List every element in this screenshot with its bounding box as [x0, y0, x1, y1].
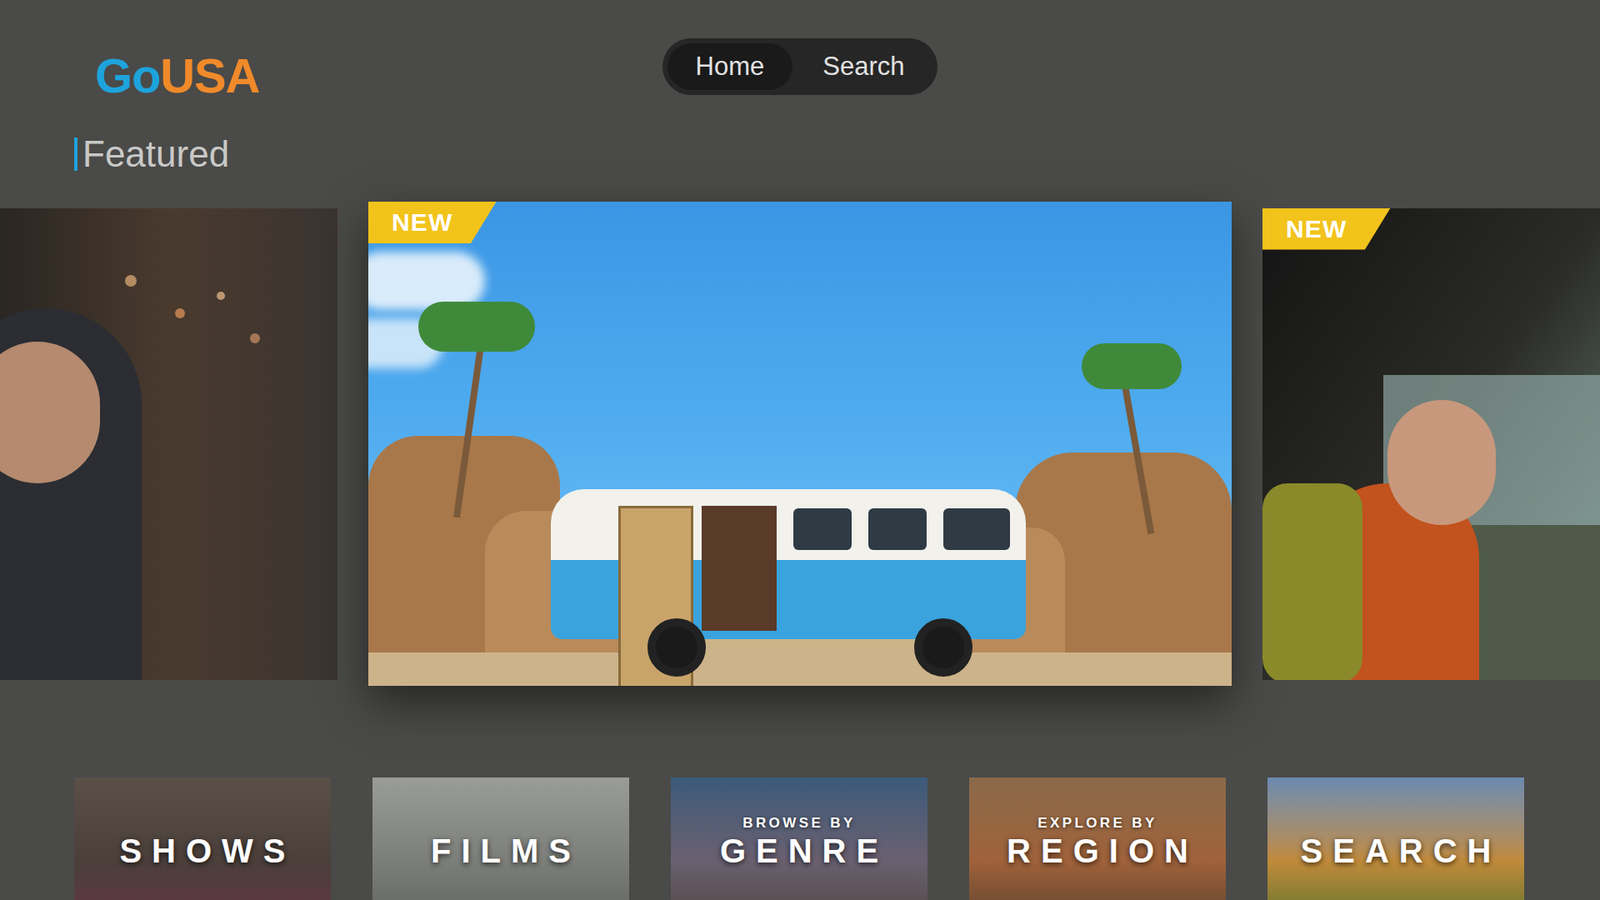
featured-card[interactable]: NEW — [1262, 208, 1600, 680]
nav-tabs: HomeSearch — [662, 38, 939, 95]
tile-label: GENRE — [710, 832, 889, 870]
logo-part: USA — [160, 51, 260, 100]
section-header: Featured — [0, 133, 1600, 175]
category-tile[interactable]: SHOWS — [74, 777, 331, 900]
category-tile[interactable]: SEARCH — [1267, 777, 1525, 900]
category-tile[interactable]: EXPLORE BYREGION — [969, 777, 1226, 900]
nav-tab[interactable]: Search — [794, 43, 933, 90]
card-artwork — [0, 208, 338, 680]
card-artwork — [1262, 208, 1600, 680]
category-tile[interactable]: FILMS — [372, 777, 630, 900]
tile-label: SEARCH — [1290, 832, 1502, 870]
featured-carousel: NEWNEW — [0, 201, 1600, 686]
featured-card[interactable] — [0, 208, 338, 680]
category-row: SHOWS FILMS BROWSE BYGENRE EXPLORE BYREGION… — [0, 777, 1600, 900]
header: GoUSAHomeSearch — [0, 0, 1600, 100]
gousa-logo: GoUSA — [95, 51, 663, 100]
card-artwork — [368, 201, 1232, 686]
tile-caption: EXPLORE BY — [1037, 814, 1158, 833]
tile-caption: BROWSE BY — [742, 814, 855, 833]
tile-label: FILMS — [420, 832, 581, 870]
section-title: Featured — [82, 133, 230, 175]
category-tile[interactable]: BROWSE BYGENRE — [670, 777, 928, 900]
tile-label: REGION — [996, 832, 1199, 870]
featured-card[interactable]: NEW — [368, 201, 1232, 686]
logo-part: Go — [95, 51, 160, 100]
nav-tab[interactable]: Home — [667, 43, 794, 90]
tile-label: SHOWS — [109, 832, 295, 870]
section-accent — [74, 137, 78, 171]
